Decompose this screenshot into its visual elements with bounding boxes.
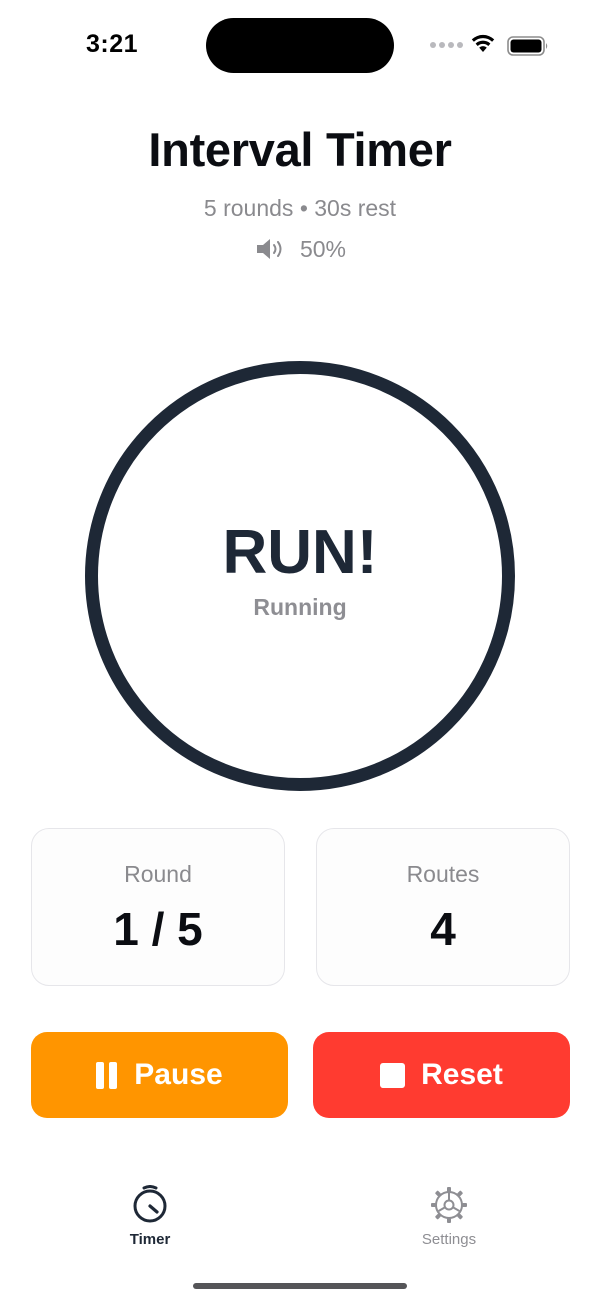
status-icons <box>430 32 550 60</box>
timer-state-label: Running <box>253 593 347 620</box>
pause-button[interactable]: Pause <box>31 1032 288 1118</box>
status-time: 3:21 <box>86 30 139 58</box>
round-value: 1 / 5 <box>113 903 203 955</box>
reset-button[interactable]: Reset <box>313 1032 570 1118</box>
stopwatch-icon <box>133 1185 167 1223</box>
tab-settings[interactable]: Settings <box>379 1185 519 1248</box>
round-card: Round 1 / 5 <box>31 828 285 986</box>
pause-button-label: Pause <box>134 1058 223 1091</box>
routes-value: 4 <box>430 903 456 955</box>
tab-timer-label: Timer <box>129 1231 171 1248</box>
speaker-icon <box>256 239 282 259</box>
tab-bar: Timer Settings <box>0 1170 600 1270</box>
timer-ring: RUN! Running <box>85 361 515 791</box>
workout-summary: 5 rounds • 30s rest <box>203 195 397 221</box>
timer-ring-content: RUN! Running <box>98 374 502 778</box>
routes-label: Routes <box>406 861 480 887</box>
routes-card: Routes 4 <box>316 828 570 986</box>
header: Interval Timer 5 rounds • 30s rest 50% <box>0 118 600 266</box>
wifi-icon <box>471 34 495 52</box>
reset-button-label: Reset <box>421 1058 503 1091</box>
status-bar: 3:21 <box>0 0 600 92</box>
volume-level: 50% <box>299 235 347 262</box>
battery-icon <box>507 36 548 56</box>
page-title: Interval Timer <box>148 123 452 176</box>
cellular-signal-icon <box>430 42 463 50</box>
tab-settings-label: Settings <box>421 1231 477 1248</box>
volume-indicator: 50% <box>0 232 600 266</box>
stop-icon <box>380 1062 406 1088</box>
tab-timer[interactable]: Timer <box>80 1185 220 1248</box>
round-label: Round <box>124 861 192 887</box>
home-indicator <box>193 1283 407 1289</box>
pause-icon <box>96 1061 118 1089</box>
gear-icon <box>431 1187 467 1223</box>
phase-label: RUN! <box>222 517 378 587</box>
dynamic-island <box>206 18 394 73</box>
